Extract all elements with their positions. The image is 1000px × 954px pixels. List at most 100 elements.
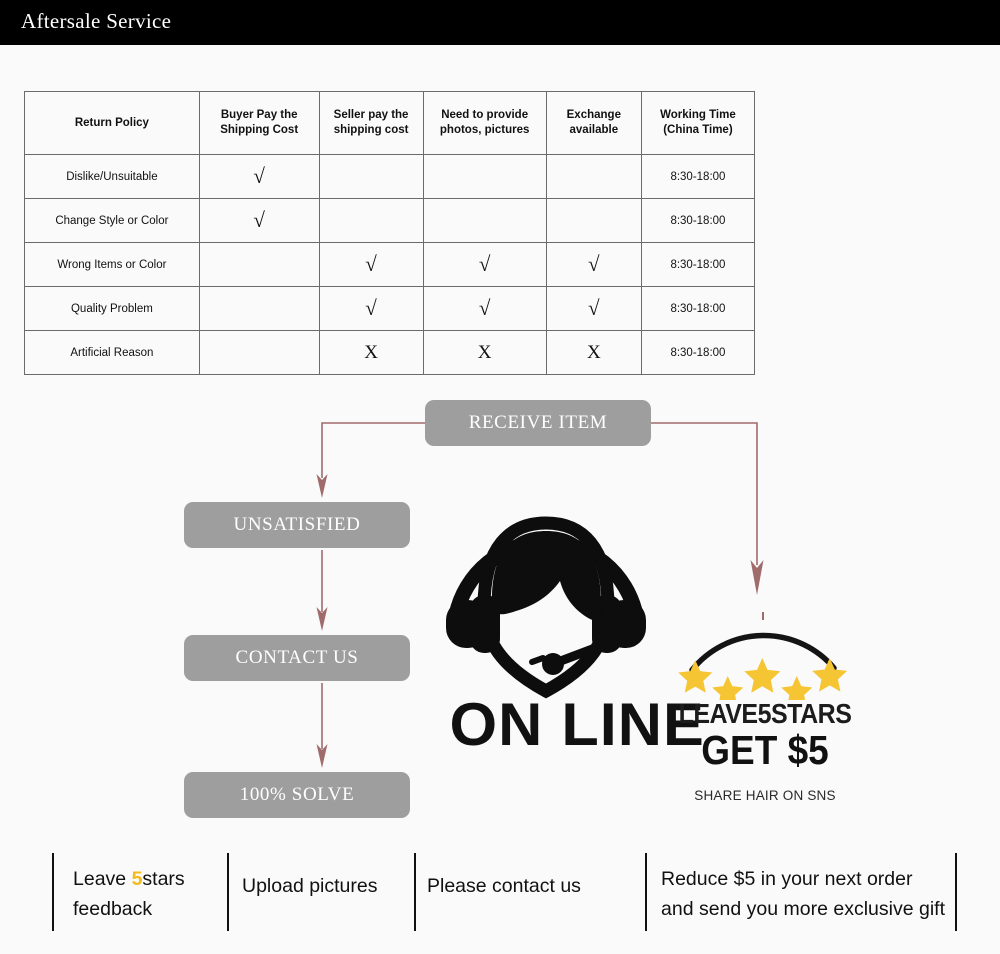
table-row: Quality Problem √ √ √ 8:30-18:00 [24,286,756,331]
strip-item-leave-feedback: Leave 5stars feedback [73,864,223,924]
star-icon-3 [744,658,781,693]
check-icon: √ [588,296,600,320]
column-header-photos-line2: photos, pictures [439,124,530,136]
strip-item-3-text: Please contact us [427,875,581,897]
arrow-receive-to-review-head [750,560,764,595]
cell-exchange: X [545,330,642,375]
star-icon-2 [712,676,744,700]
strip-item-contact-us: Please contact us [427,871,642,901]
strip-item-2-text: Upload pictures [242,875,378,897]
table-row: Change Style or Color √ 8:30-18:00 [24,198,756,243]
check-icon: √ [478,296,491,320]
stars-arc-graphic [678,612,848,700]
header-bar: Aftersale Service [0,0,1000,45]
headset-operator-icon [446,516,646,699]
cell-seller-pay: √ [318,242,424,287]
column-header-working-time-line2: (China Time) [663,124,733,136]
cross-icon: X [477,342,492,363]
cell-working-time: 8:30-18:00 [640,330,756,375]
cell-reason: Change Style or Color [24,198,200,243]
table-header: Return Policy Buyer Pay the Shipping Cos… [24,91,756,155]
check-icon: √ [253,208,265,232]
cell-seller-pay [318,154,424,199]
check-icon: √ [588,252,600,276]
cell-exchange [545,198,642,243]
cell-photos: √ [422,242,547,287]
cell-photos [422,198,547,243]
column-header-working-time: Working Time (China Time) [640,91,756,155]
arrow-receive-to-unsatisfied-line [321,422,425,478]
cell-photos: X [422,330,547,375]
star-icon-4 [781,676,813,700]
check-icon: √ [365,296,377,320]
column-header-buyer-pay: Buyer Pay the Shipping Cost [198,91,320,155]
cell-seller-pay [318,198,424,243]
table-header-row: Return Policy Buyer Pay the Shipping Cos… [24,91,756,155]
flow-node-unsatisfied[interactable]: UNSATISFIED [184,502,410,548]
cell-exchange [545,154,642,199]
column-header-photos: Need to provide photos, pictures [422,91,547,155]
table-row: Wrong Items or Color √ √ √ 8:30-18:00 [24,242,756,287]
return-policy-table: Return Policy Buyer Pay the Shipping Cos… [24,91,756,375]
promo-share-hair-text: SHARE HAIR ON SNS [694,788,836,803]
flow-node-receive-item[interactable]: RECEIVE ITEM [425,400,651,446]
column-header-photos-line1: Need to provide [441,109,529,121]
cross-icon: X [586,342,601,363]
star-icon-5 [812,658,848,692]
cell-reason: Artificial Reason [24,330,200,375]
column-header-buyer-pay-line1: Buyer Pay the [220,109,298,121]
cell-buyer-pay [198,242,320,287]
strip-item-upload-pictures: Upload pictures [242,871,412,901]
strip-item-1-pre: Leave [73,868,132,890]
column-header-exchange-line2: available [569,124,619,136]
cell-working-time: 8:30-18:00 [640,242,756,287]
cell-working-time: 8:30-18:00 [640,198,756,243]
cell-seller-pay: √ [318,286,424,331]
table-row: Artificial Reason X X X 8:30-18:00 [24,330,756,375]
column-header-exchange: Exchange available [545,91,642,155]
benefits-strip: Leave 5stars feedback Upload pictures Pl… [0,853,1000,931]
mic-tip-shape [529,655,546,665]
cell-buyer-pay: √ [198,198,320,243]
strip-divider [645,853,647,931]
flow-node-100-percent-solve[interactable]: 100% SOLVE [184,772,410,818]
cross-icon: X [364,342,378,363]
cell-buyer-pay [198,286,320,331]
leave-5-stars-promo: LEAVE5STARS GET $5 SHARE HAIR ON SNS [660,608,870,823]
cell-buyer-pay [198,330,320,375]
check-icon: √ [478,252,491,276]
star-icon-1 [678,660,713,693]
strip-divider [414,853,416,931]
table-row: Dislike/Unsuitable √ 8:30-18:00 [24,154,756,199]
strip-item-reduce-5-dollars: Reduce $5 in your next order and send yo… [661,864,961,924]
strip-item-1-highlight: 5 [131,868,143,890]
cell-working-time: 8:30-18:00 [640,154,756,199]
strip-item-1-post: stars [142,868,185,890]
column-header-seller-pay-line2: shipping cost [333,124,409,136]
check-icon: √ [253,164,265,188]
star-group [678,658,848,700]
check-icon: √ [365,252,377,276]
cell-reason: Quality Problem [24,286,200,331]
column-header-working-time-line1: Working Time [660,109,736,121]
strip-item-4-line1: Reduce $5 in your next order [661,868,913,890]
cell-reason: Wrong Items or Color [24,242,200,287]
cell-photos [422,154,547,199]
column-header-exchange-line1: Exchange [566,109,621,121]
strip-divider [52,853,54,931]
strip-item-4-line2: and send you more exclusive gift [661,898,945,920]
cell-reason: Dislike/Unsuitable [24,154,200,199]
strip-divider [227,853,229,931]
page-title: Aftersale Service [21,9,172,33]
cell-working-time: 8:30-18:00 [640,286,756,331]
promo-get-5-dollars-text: GET $5 [701,727,829,773]
cell-buyer-pay: √ [198,154,320,199]
arrow-receive-to-review-line [651,422,758,565]
column-header-buyer-pay-line2: Shipping Cost [220,124,299,136]
column-header-return-policy: Return Policy [24,91,200,155]
column-header-seller-pay: Seller pay the shipping cost [318,91,424,155]
flow-node-contact-us[interactable]: CONTACT US [184,635,410,681]
cell-seller-pay: X [318,330,424,375]
cell-exchange: √ [545,286,642,331]
cell-exchange: √ [545,242,642,287]
